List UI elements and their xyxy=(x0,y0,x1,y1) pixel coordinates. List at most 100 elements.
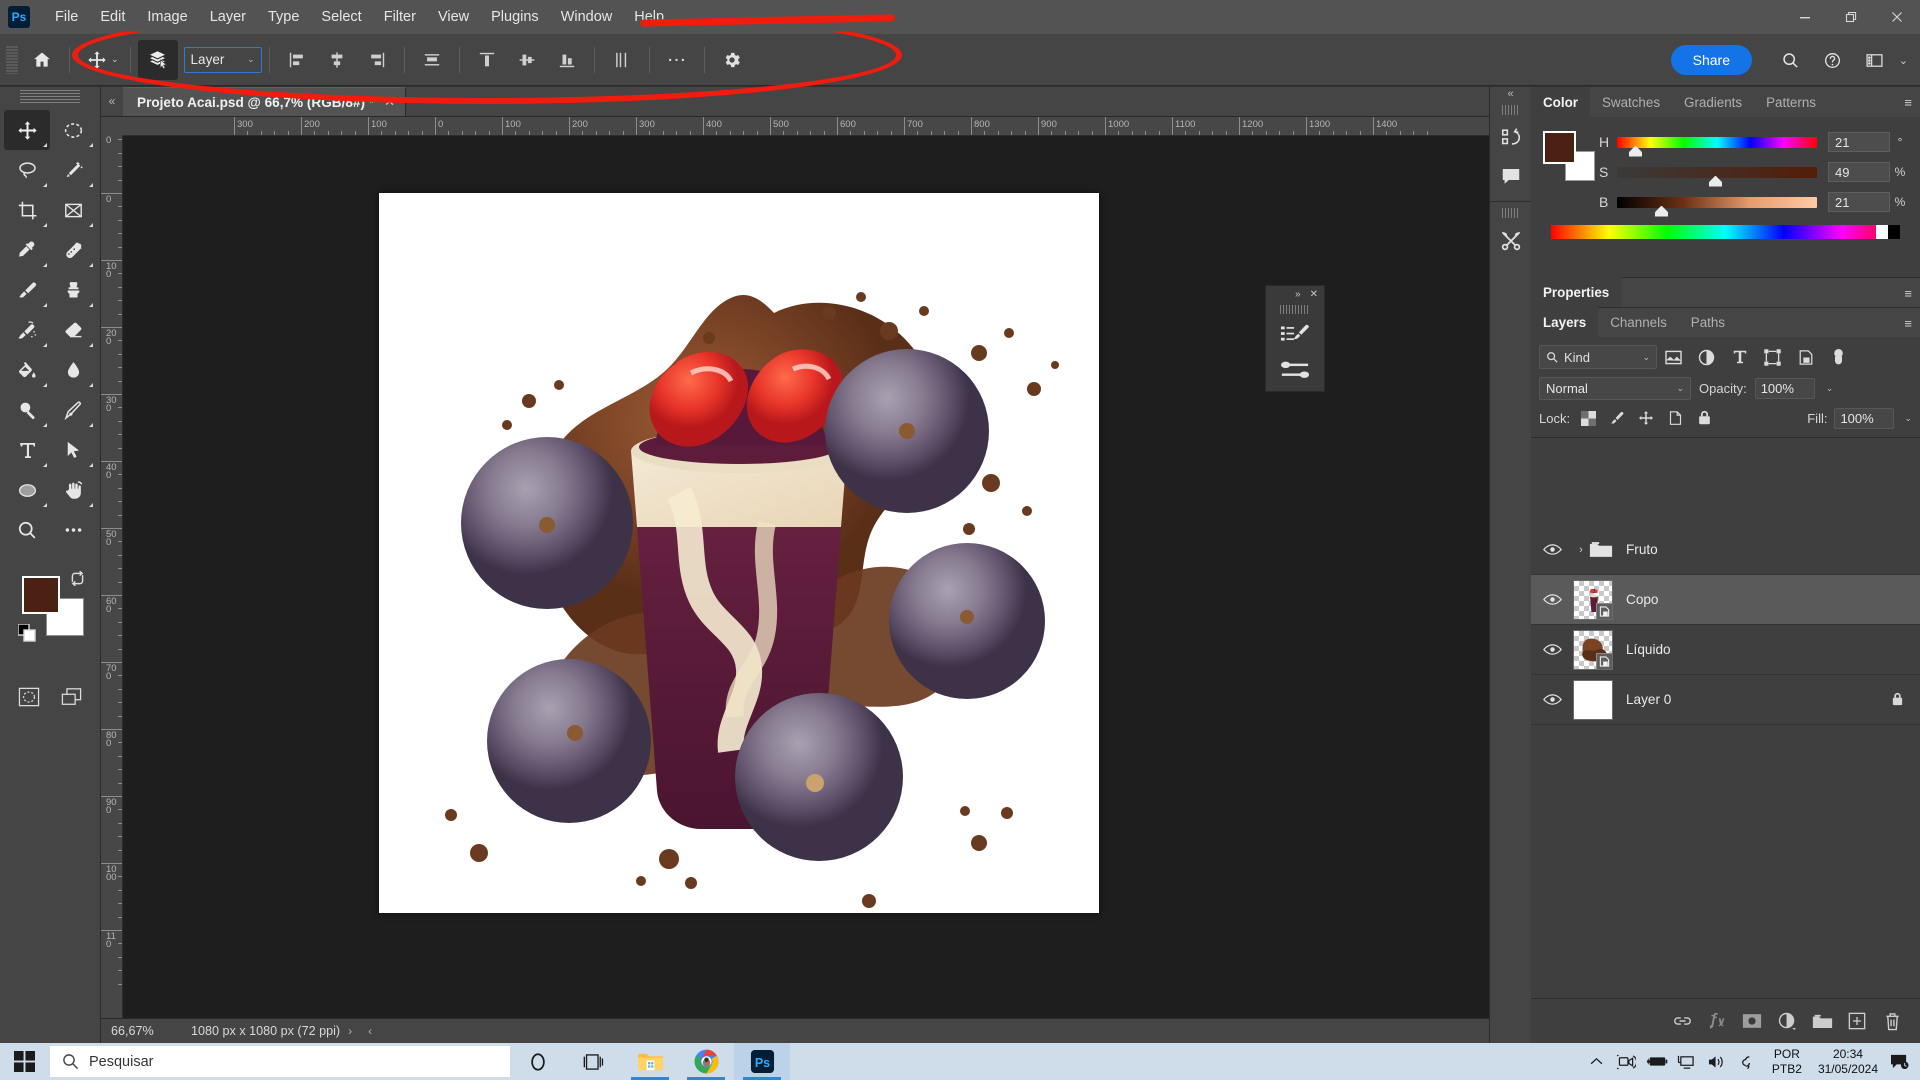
menu-layer[interactable]: Layer xyxy=(199,0,257,34)
history-icon[interactable] xyxy=(1490,119,1531,157)
lock-artboard-nesting-icon[interactable] xyxy=(1664,407,1686,429)
tab-strip-collapse-icon[interactable]: « xyxy=(101,86,123,116)
tab-channels[interactable]: Channels xyxy=(1598,307,1679,337)
spot-healing-brush-tool[interactable] xyxy=(50,230,96,270)
add-layer-mask-icon[interactable] xyxy=(1736,1005,1768,1037)
rail-collapse-icon[interactable]: « xyxy=(1490,87,1531,101)
new-layer-icon[interactable] xyxy=(1841,1005,1873,1037)
taskbar-search-box[interactable]: Pesquisar xyxy=(50,1046,510,1077)
layers-panel-menu-icon[interactable]: ≡ xyxy=(1904,316,1912,331)
saturation-slider[interactable] xyxy=(1617,166,1817,187)
close-panel-icon[interactable]: ✕ xyxy=(1310,289,1318,300)
layer-thumbnail[interactable] xyxy=(1573,629,1613,670)
saturation-value-input[interactable]: 49 xyxy=(1828,162,1890,182)
opacity-chevron-icon[interactable]: ⌄ xyxy=(1826,383,1834,394)
auto-select-layers-button[interactable] xyxy=(137,39,178,80)
menu-edit[interactable]: Edit xyxy=(89,0,136,34)
google-chrome-icon[interactable] xyxy=(678,1043,734,1080)
object-selection-tool[interactable] xyxy=(50,150,96,190)
menu-plugins[interactable]: Plugins xyxy=(480,0,550,34)
hand-tool[interactable] xyxy=(50,470,96,510)
edit-toolbar-button[interactable] xyxy=(50,510,96,550)
opacity-input[interactable]: 100% xyxy=(1754,378,1815,399)
rail-grip[interactable] xyxy=(1502,208,1519,218)
dodge-tool[interactable] xyxy=(4,390,50,430)
blend-mode-dropdown[interactable]: Normal ⌄ xyxy=(1539,377,1691,400)
lasso-tool[interactable] xyxy=(4,150,50,190)
menu-filter[interactable]: Filter xyxy=(373,0,427,34)
zoom-tool[interactable] xyxy=(4,510,50,550)
artboard-projeto-acai[interactable] xyxy=(379,193,1099,913)
cortana-icon[interactable] xyxy=(510,1043,566,1080)
distribute-vertically-button[interactable] xyxy=(602,40,642,80)
comments-icon[interactable] xyxy=(1490,157,1531,195)
clock[interactable]: 20:34 31/05/2024 xyxy=(1812,1047,1884,1077)
hue-value-input[interactable]: 21 xyxy=(1828,132,1890,152)
close-document-icon[interactable]: ✕ xyxy=(384,94,395,110)
elliptical-marquee-tool[interactable] xyxy=(50,110,96,150)
menu-select[interactable]: Select xyxy=(310,0,372,34)
path-selection-tool[interactable] xyxy=(50,430,96,470)
pen-tool[interactable] xyxy=(50,390,96,430)
hue-slider[interactable] xyxy=(1617,136,1817,157)
document-dimensions[interactable]: 1080 px x 1080 px (72 ppi) xyxy=(181,1024,340,1038)
align-left-edges-button[interactable] xyxy=(277,40,317,80)
align-bottom-edges-button[interactable] xyxy=(547,40,587,80)
close-button[interactable] xyxy=(1874,0,1920,34)
tab-paths[interactable]: Paths xyxy=(1679,307,1737,337)
hue-slider-knob[interactable] xyxy=(1629,145,1642,157)
expand-group-icon[interactable]: › xyxy=(1573,544,1589,556)
volume-icon[interactable] xyxy=(1702,1043,1732,1080)
layer-visibility-toggle[interactable] xyxy=(1531,643,1573,656)
layer-visibility-toggle[interactable] xyxy=(1531,593,1573,606)
add-layer-style-icon[interactable] xyxy=(1701,1005,1733,1037)
tab-gradients[interactable]: Gradients xyxy=(1672,87,1754,117)
layer-name[interactable]: Copo xyxy=(1626,592,1659,607)
color-panel-menu-icon[interactable]: ≡ xyxy=(1904,95,1912,110)
layer-visibility-toggle[interactable] xyxy=(1531,543,1573,556)
canvas-viewport[interactable] xyxy=(123,136,1512,1025)
distribute-horizontally-button[interactable] xyxy=(412,40,452,80)
lock-transparent-pixels-icon[interactable] xyxy=(1577,407,1599,429)
layer-filter-kind-dropdown[interactable]: Kind ⌄ xyxy=(1539,345,1657,369)
status-next-icon[interactable]: › xyxy=(340,1024,360,1038)
link-layers-icon[interactable] xyxy=(1666,1005,1698,1037)
fill-chevron-icon[interactable]: ⌄ xyxy=(1904,413,1912,424)
start-button[interactable] xyxy=(0,1043,48,1080)
type-layer-filter-icon[interactable] xyxy=(1723,344,1756,370)
fill-input[interactable]: 100% xyxy=(1834,407,1895,429)
foreground-color-swatch[interactable] xyxy=(22,576,60,614)
eraser-tool[interactable] xyxy=(50,310,96,350)
layer-thumbnail[interactable] xyxy=(1573,579,1613,620)
file-explorer-icon[interactable] xyxy=(622,1043,678,1080)
color-spectrum-ramp[interactable] xyxy=(1551,225,1900,239)
black-white-ramp-end[interactable] xyxy=(1876,225,1900,239)
auto-select-scope-dropdown[interactable]: Layer ⌄ xyxy=(183,46,262,73)
crop-tool[interactable] xyxy=(4,190,50,230)
action-center-icon[interactable] xyxy=(1884,1043,1914,1080)
zoom-level[interactable]: 66,67% xyxy=(101,1024,181,1038)
workspace-chevron-icon[interactable]: ⌄ xyxy=(1897,54,1912,67)
swap-colors-icon[interactable] xyxy=(69,570,86,587)
screen-mode-icon[interactable] xyxy=(54,682,88,712)
layer-thumbnail[interactable] xyxy=(1573,679,1613,720)
brightness-slider[interactable] xyxy=(1617,196,1817,217)
menu-help[interactable]: Help xyxy=(623,0,675,34)
default-colors-icon[interactable] xyxy=(18,624,36,642)
quick-mask-mode-icon[interactable] xyxy=(12,682,46,712)
table-row[interactable]: Líquido xyxy=(1531,625,1920,675)
language-indicator[interactable]: POR PTB2 xyxy=(1762,1047,1812,1077)
network-icon[interactable] xyxy=(1672,1043,1702,1080)
tab-properties[interactable]: Properties xyxy=(1531,277,1622,307)
floating-panel-grip[interactable] xyxy=(1280,305,1310,314)
menu-type[interactable]: Type xyxy=(257,0,310,34)
smart-object-filter-icon[interactable] xyxy=(1789,344,1822,370)
properties-panel-menu-icon[interactable]: ≡ xyxy=(1904,286,1912,301)
tab-swatches[interactable]: Swatches xyxy=(1590,87,1672,117)
show-hidden-icons-chevron[interactable] xyxy=(1582,1043,1612,1080)
tab-color[interactable]: Color xyxy=(1531,87,1590,117)
table-row[interactable]: Layer 0 xyxy=(1531,675,1920,725)
more-options-button[interactable]: … xyxy=(657,40,697,80)
color-panel-foreground-swatch[interactable] xyxy=(1543,131,1576,164)
move-tool-options-caret-icon[interactable]: ⌄ xyxy=(111,54,119,65)
